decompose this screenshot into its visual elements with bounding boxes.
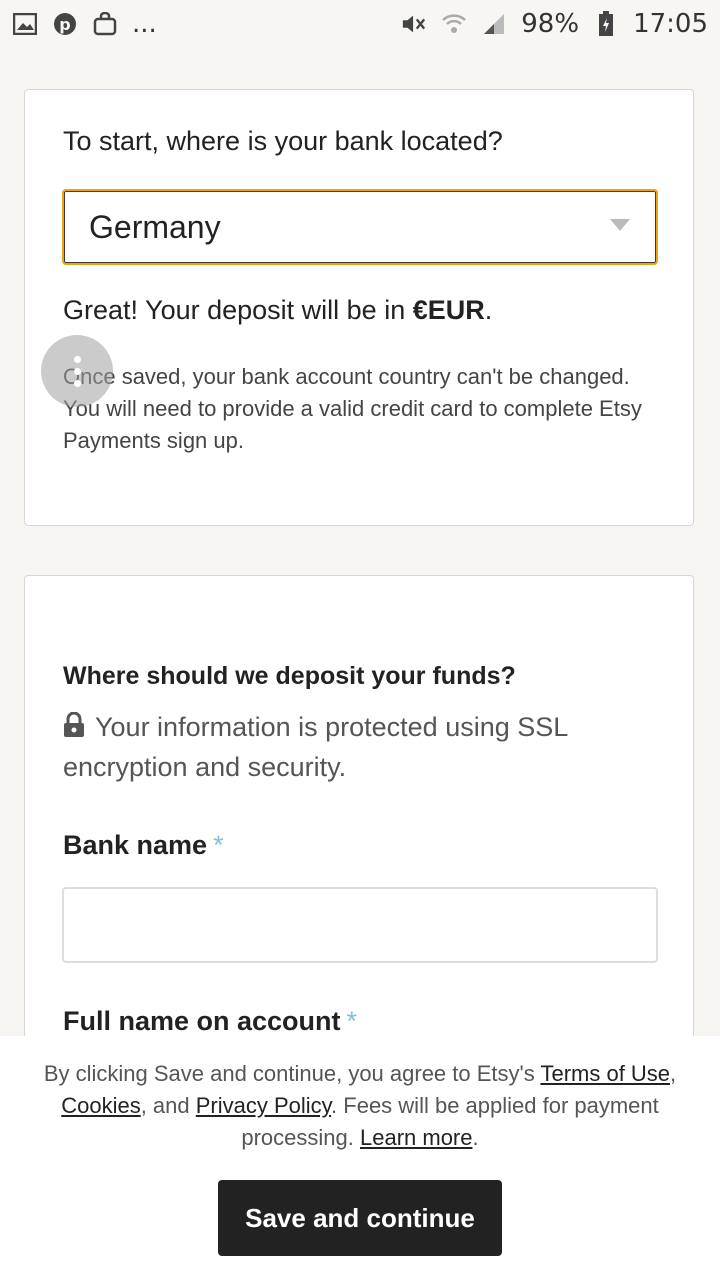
clock: 17:05: [633, 9, 708, 39]
legal-notice: By clicking Save and continue, you agree…: [43, 1061, 677, 1150]
country-lock-notice: Once saved, your bank account country ca…: [63, 364, 630, 389]
required-marker: *: [213, 830, 224, 860]
menu-dot-icon: [73, 367, 81, 375]
cookies-link[interactable]: Cookies: [61, 1093, 140, 1118]
signal-icon: [481, 11, 507, 37]
learn-more-link[interactable]: Learn more: [360, 1125, 473, 1150]
notification-overflow: ...: [132, 9, 157, 39]
bank-name-input[interactable]: [62, 887, 658, 963]
privacy-policy-link[interactable]: Privacy Policy: [196, 1093, 331, 1118]
menu-dot-icon: [73, 355, 81, 363]
shopping-bag-icon: [92, 11, 118, 37]
deposit-details-card: Where should we deposit your funds? Your…: [24, 575, 694, 1095]
status-bar: p ... 98% 17:05: [0, 0, 720, 48]
chevron-down-icon: [610, 219, 630, 231]
footer-bar: By clicking Save and continue, you agree…: [0, 1036, 720, 1280]
full-name-label: Full name on account *: [63, 1006, 358, 1036]
ssl-notice-text: Your information is protected using SSL …: [63, 712, 568, 782]
bank-location-question: To start, where is your bank located?: [63, 126, 503, 156]
battery-percentage: 98%: [521, 9, 580, 39]
currency-value: €EUR: [412, 295, 485, 325]
battery-charging-icon: [593, 11, 619, 37]
pinterest-icon: p: [52, 11, 78, 37]
bank-country-info: Once saved, your bank account country ca…: [63, 361, 663, 457]
lock-icon: [63, 710, 85, 748]
credit-card-notice: You will need to provide a valid credit …: [63, 396, 642, 453]
country-select-value: Germany: [89, 208, 221, 245]
image-icon: [12, 11, 38, 37]
deposit-currency-note: Great! Your deposit will be in €EUR.: [63, 295, 493, 325]
bank-location-card: To start, where is your bank located? Ge…: [24, 89, 694, 526]
mute-icon: [401, 11, 427, 37]
menu-dot-icon: [73, 379, 81, 387]
wifi-icon: [441, 11, 467, 37]
terms-of-use-link[interactable]: Terms of Use: [540, 1061, 670, 1086]
save-and-continue-button[interactable]: Save and continue: [218, 1180, 502, 1256]
country-select[interactable]: Germany: [62, 189, 658, 265]
bank-name-label: Bank name *: [63, 830, 224, 860]
floating-menu-button[interactable]: [41, 335, 113, 407]
svg-text:p: p: [59, 15, 70, 34]
ssl-notice: Your information is protected using SSL …: [63, 708, 663, 786]
deposit-section-title: Where should we deposit your funds?: [63, 662, 516, 690]
required-marker: *: [346, 1006, 358, 1036]
